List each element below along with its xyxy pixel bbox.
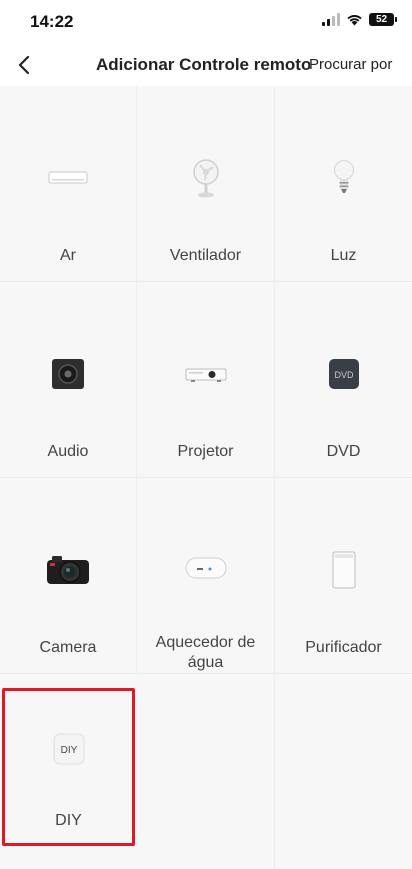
chevron-left-icon [18,55,30,75]
device-item-aquecedor-de-agua[interactable]: Aquecedor de água [137,478,275,674]
battery-icon: 52 [369,13,397,26]
fan-icon [184,156,228,200]
device-label: Aquecedor de água [155,634,256,671]
device-item-ar[interactable]: Ar [0,86,137,282]
back-button[interactable] [10,50,38,80]
device-label: Camera [39,639,97,656]
device-label: Ar [60,247,76,264]
device-label: Audio [47,443,89,460]
purifier-icon [322,548,366,592]
device-grid: Ar Ventilador Luz Audio Projetor DVD DVD… [0,86,412,869]
device-label: Projetor [177,443,234,460]
nav-bar: Adicionar Controle remoto Procurar por [0,46,412,86]
device-label: Purificador [305,639,382,656]
device-item-diy[interactable]: DIY DIY [2,688,135,846]
status-bar: 14:22 52 [0,0,412,46]
light-bulb-icon [322,156,366,200]
diy-icon: DIY [47,727,91,771]
device-item-audio[interactable]: Audio [0,282,137,478]
speaker-icon [46,352,90,396]
device-item-dvd[interactable]: DVD DVD [275,282,412,478]
device-item-ventilador[interactable]: Ventilador [137,86,275,282]
device-item-camera[interactable]: Camera [0,478,137,674]
empty-cell [275,674,412,869]
wifi-icon [347,15,362,26]
air-conditioner-icon [46,156,90,200]
status-time: 14:22 [30,12,74,31]
page-title: Adicionar Controle remoto [96,55,310,74]
svg-text:DVD: DVD [334,370,354,380]
device-label: Luz [330,247,357,264]
device-item-projetor[interactable]: Projetor [137,282,275,478]
device-label: DVD [326,443,361,460]
search-button[interactable]: Procurar por [309,56,412,73]
device-item-luz[interactable]: Luz [275,86,412,282]
camera-icon [46,548,90,592]
empty-cell [137,674,275,869]
status-icons: 52 [322,13,397,26]
signal-icon [322,13,340,26]
device-item-purificador[interactable]: Purificador [275,478,412,674]
device-label: Ventilador [169,247,242,264]
dvd-icon: DVD [322,352,366,396]
device-label: DIY [55,812,82,829]
svg-text:DIY: DIY [60,745,77,756]
screen: 14:22 52 Adicionar Controle remoto Procu… [0,0,412,869]
water-heater-icon [184,548,228,587]
projector-icon [184,352,228,396]
